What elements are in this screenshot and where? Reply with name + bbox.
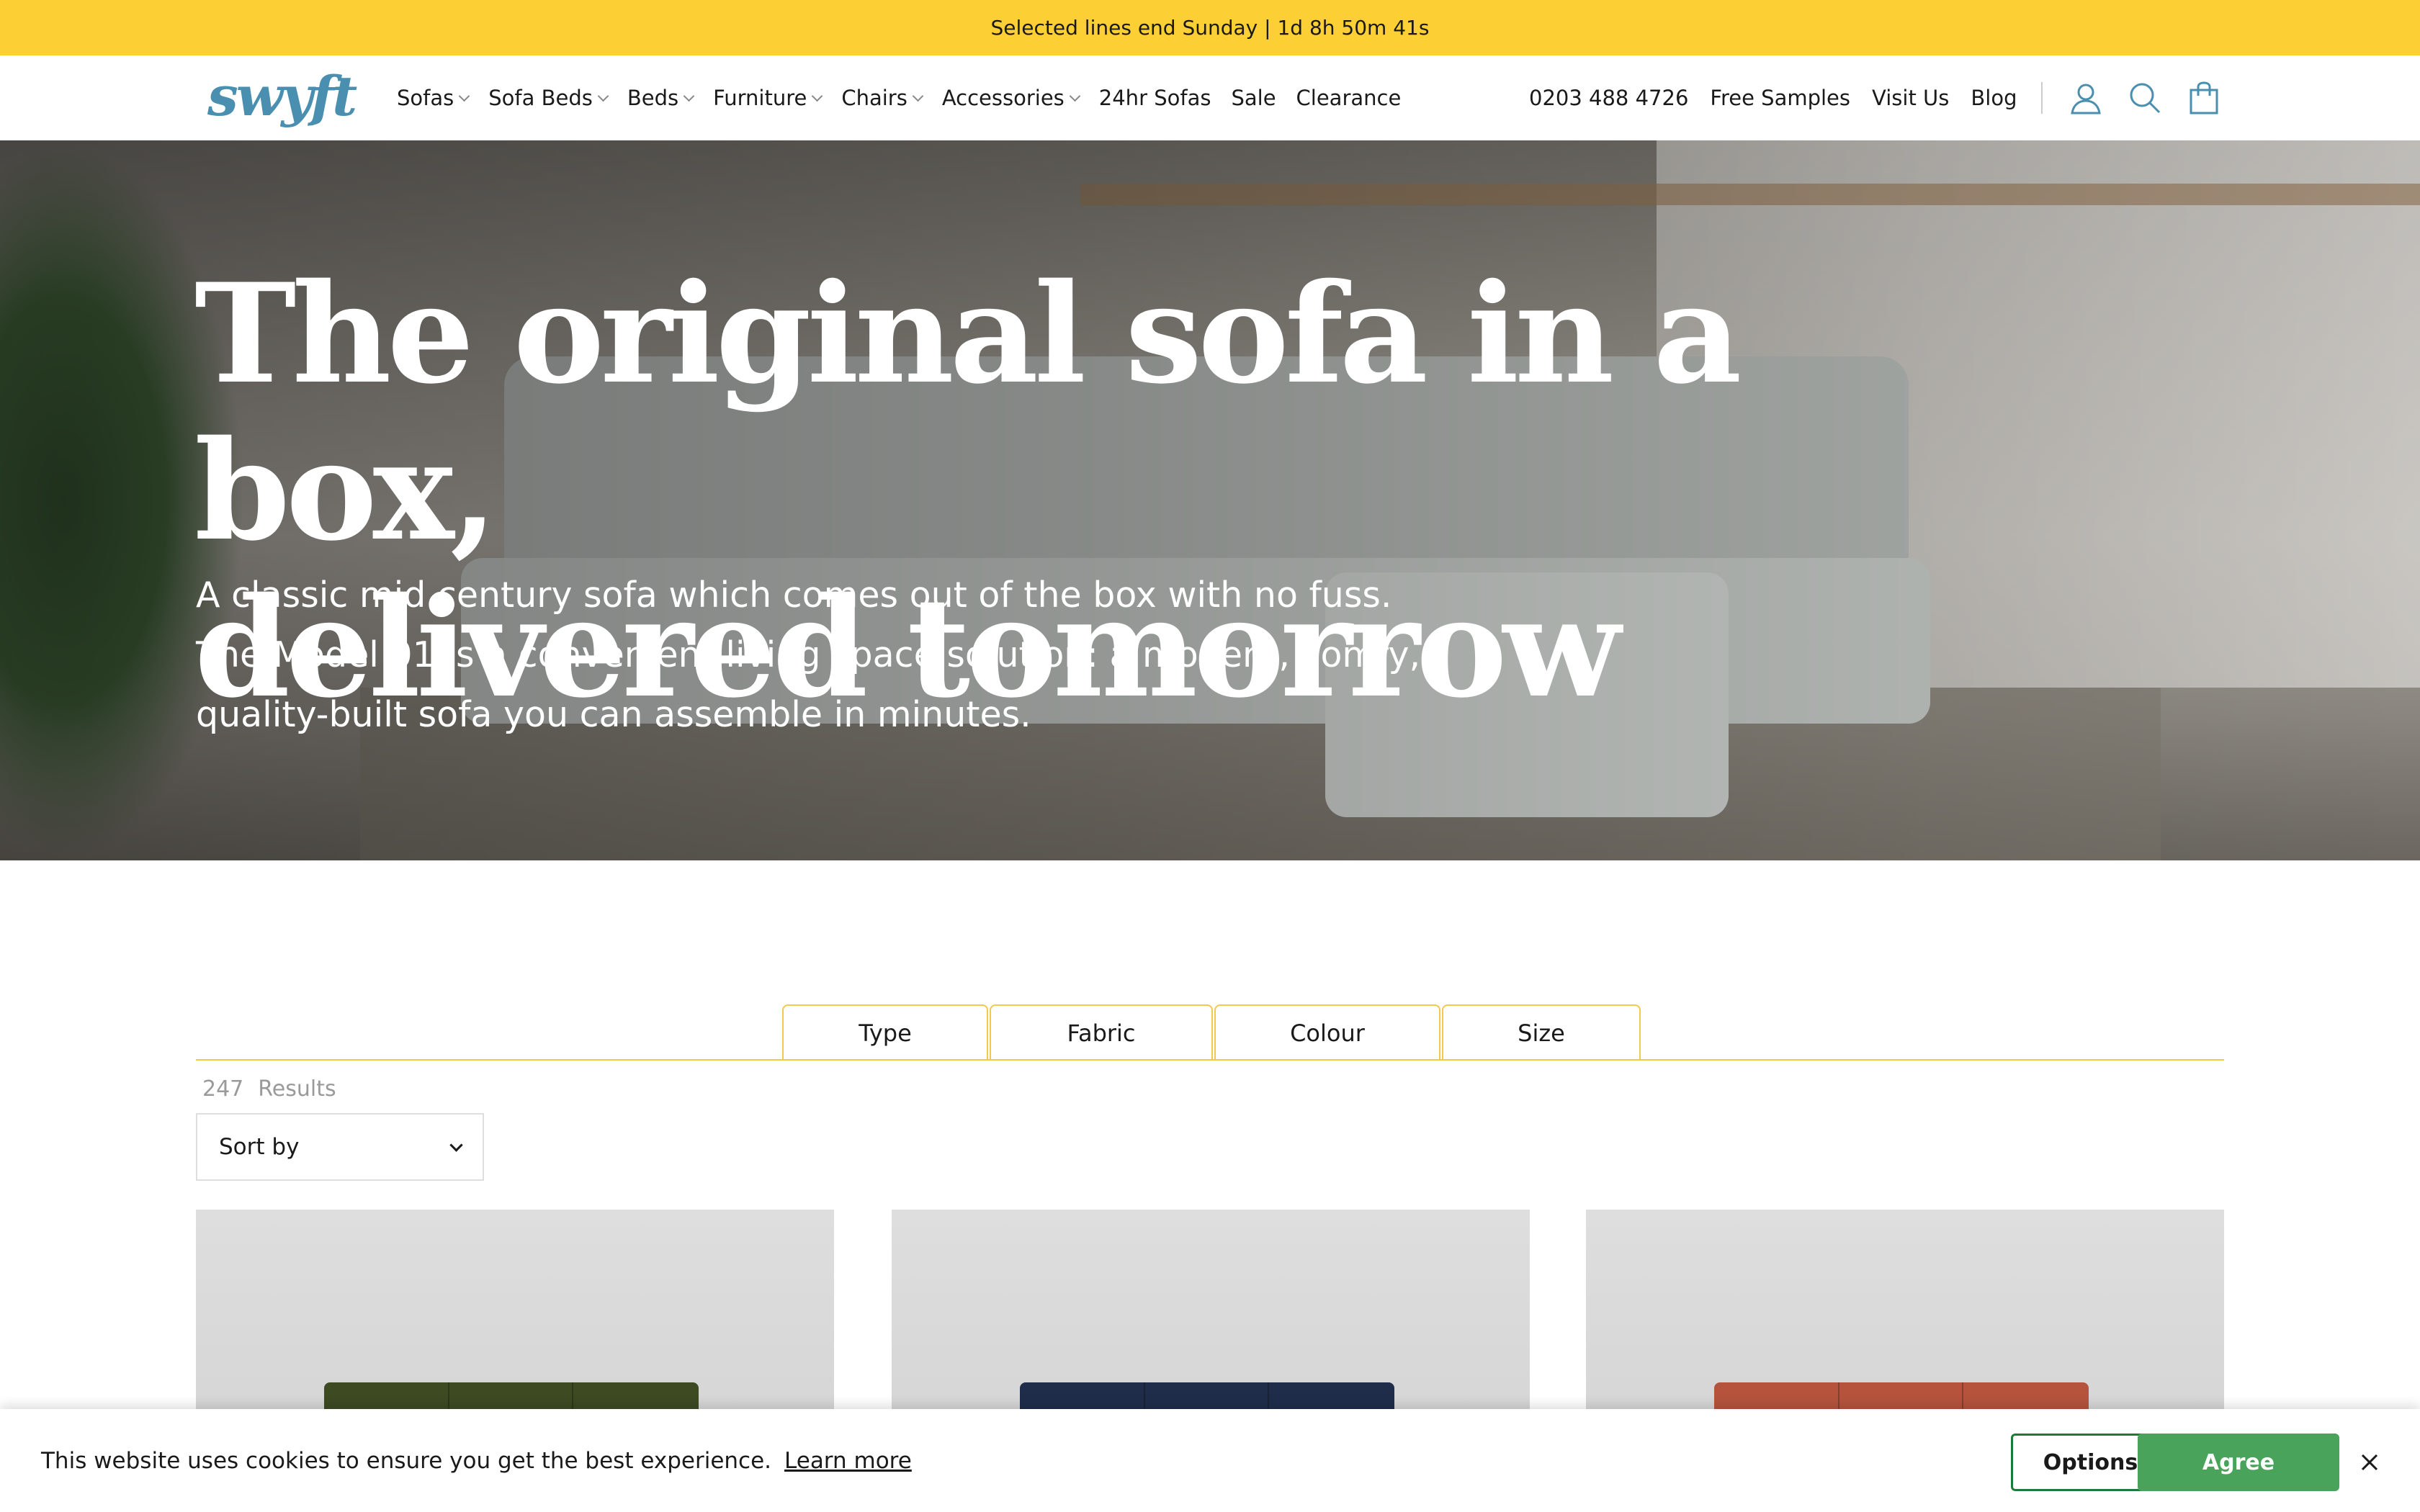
nav-item-label: Sofa Beds — [488, 86, 593, 110]
announcement-bar: Selected lines end Sunday | 1d 8h 50m 41… — [0, 0, 2420, 55]
announcement-text: Selected lines end Sunday | 1d 8h 50m 41… — [990, 16, 1430, 40]
nav-item-label: Sofas — [397, 86, 454, 110]
cookie-agree-button[interactable]: Agree — [2138, 1434, 2339, 1491]
nav-item-sofa-beds[interactable]: Sofa Beds — [488, 86, 609, 110]
cookie-message: This website uses cookies to ensure you … — [41, 1409, 912, 1512]
close-icon — [2361, 1454, 2378, 1471]
nav-item-label: 24hr Sofas — [1098, 86, 1211, 110]
chevron-down-icon — [449, 1138, 463, 1152]
filter-tabs: Type Fabric Colour Size — [782, 1004, 1641, 1061]
filter-divider — [196, 1059, 2224, 1061]
chevron-down-icon — [812, 90, 823, 102]
chevron-down-icon — [597, 90, 609, 102]
nav-item-furniture[interactable]: Furniture — [713, 86, 823, 110]
nav-item-accessories[interactable]: Accessories — [941, 86, 1081, 110]
chevron-down-icon — [1069, 90, 1081, 102]
sort-label: Sort by — [219, 1134, 300, 1160]
tab-colour[interactable]: Colour — [1214, 1004, 1440, 1061]
tab-size[interactable]: Size — [1442, 1004, 1641, 1061]
chevron-down-icon — [912, 90, 924, 102]
hero-description-line-3: quality-built sofa you can assemble in m… — [196, 694, 1031, 735]
nav-item-sofas[interactable]: Sofas — [397, 86, 470, 110]
chevron-down-icon — [458, 90, 470, 102]
nav-item-beds[interactable]: Beds — [627, 86, 695, 110]
main-nav: Sofas Sofa Beds Beds Furniture Chairs Ac… — [397, 55, 1401, 140]
bag-icon — [2190, 81, 2218, 114]
results-number: 247 — [202, 1076, 244, 1102]
nav-item-clearance[interactable]: Clearance — [1296, 86, 1402, 110]
nav-item-label: Furniture — [713, 86, 807, 110]
cart-button[interactable] — [2185, 79, 2223, 117]
phone-link[interactable]: 0203 488 4726 — [1529, 86, 1688, 110]
free-samples-link[interactable]: Free Samples — [1710, 86, 1850, 110]
chevron-down-icon — [683, 90, 695, 102]
visit-us-link[interactable]: Visit Us — [1872, 86, 1949, 110]
hero-description: A classic mid century sofa which comes o… — [196, 565, 1456, 744]
nav-item-label: Chairs — [841, 86, 908, 110]
hero-description-line-1: A classic mid century sofa which comes o… — [196, 575, 1392, 616]
nav-item-label: Sale — [1231, 86, 1276, 110]
cookie-banner: This website uses cookies to ensure you … — [0, 1409, 2420, 1512]
tab-fabric[interactable]: Fabric — [990, 1004, 1213, 1061]
results-label: Results — [258, 1076, 336, 1102]
nav-item-sale[interactable]: Sale — [1231, 86, 1276, 110]
sort-dropdown[interactable]: Sort by — [196, 1113, 484, 1181]
search-button[interactable] — [2126, 79, 2164, 117]
user-icon — [2071, 84, 2102, 114]
learn-more-link[interactable]: Learn more — [784, 1448, 912, 1474]
swyft-logo[interactable]: swyft — [207, 64, 357, 128]
utility-nav: 0203 488 4726 Free Samples Visit Us Blog — [1529, 55, 2223, 140]
cookie-close-button[interactable] — [2351, 1441, 2388, 1484]
nav-item-label: Beds — [627, 86, 679, 110]
nav-item-chairs[interactable]: Chairs — [841, 86, 924, 110]
site-header: swyft Sofas Sofa Beds Beds Furniture Cha… — [0, 55, 2420, 140]
cookie-text: This website uses cookies to ensure you … — [41, 1447, 772, 1474]
account-button[interactable] — [2067, 79, 2105, 117]
blog-link[interactable]: Blog — [1971, 86, 2017, 110]
results-count: 247 Results — [202, 1076, 336, 1102]
nav-item-label: Accessories — [941, 86, 1065, 110]
utility-divider — [2041, 82, 2043, 114]
search-icon — [2130, 83, 2161, 114]
nav-item-label: Clearance — [1296, 86, 1402, 110]
hero-banner: The original sofa in a box, delivered to… — [0, 140, 2420, 860]
nav-item-24hr-sofas[interactable]: 24hr Sofas — [1099, 86, 1211, 110]
tab-type[interactable]: Type — [782, 1004, 988, 1061]
hero-title-line-1: The original sofa in a box, — [194, 253, 1742, 571]
hero-description-line-2: The Model 01 is a convenient living spac… — [196, 634, 1421, 675]
